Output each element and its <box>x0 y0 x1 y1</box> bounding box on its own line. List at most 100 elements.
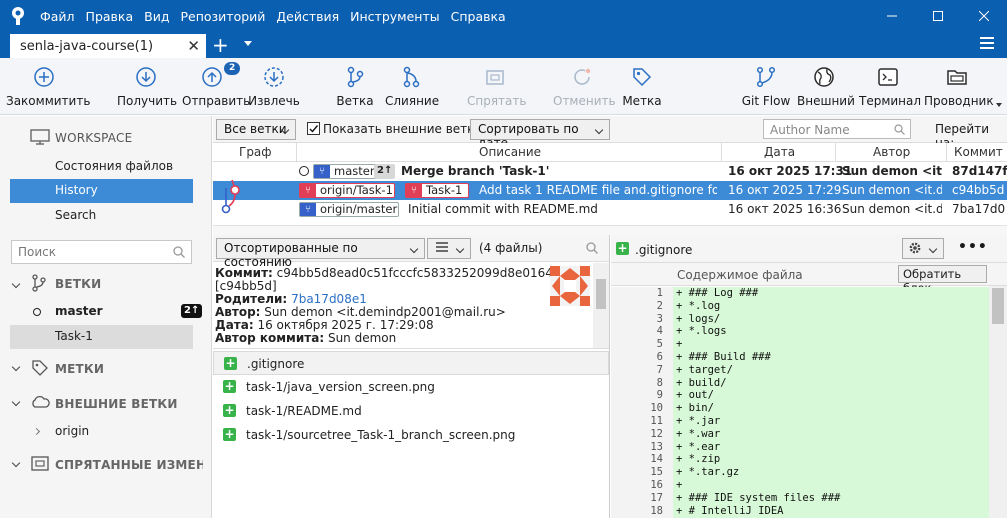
merge-button[interactable]: Слияние <box>385 66 439 108</box>
file-sort-dropdown[interactable]: Отсортированные по состоянию <box>216 238 425 269</box>
hunk-header: Содержимое файла Обратить блок <box>611 263 1007 295</box>
sort-dropdown[interactable]: Сортировать по дате <box>470 119 610 150</box>
commit-row[interactable]: ⑂ origin/Task-1 ⑂ Task-1 Add task 1 README… <box>213 181 1007 200</box>
commit-author: Sun demon <it.de <box>842 202 942 216</box>
stash-icon <box>31 456 49 471</box>
push-count-badge: 2 <box>224 62 241 75</box>
line-text: + *.tar.gz <box>673 466 989 480</box>
commit-button[interactable]: Закоммитить <box>6 66 90 108</box>
col-author-header[interactable]: Автор <box>873 145 910 159</box>
stash-button[interactable]: Спрятать <box>467 66 527 108</box>
list-view-icon <box>436 242 448 252</box>
repo-tab[interactable]: senla-java-course(1) ✕ <box>10 34 206 58</box>
menu-tools[interactable]: Инструменты <box>350 9 439 24</box>
tab-close-icon[interactable]: ✕ <box>187 37 200 55</box>
stashes-expand-chevron-icon[interactable] <box>11 458 21 468</box>
sourcetree-logo-icon <box>12 7 24 25</box>
branches-expand-chevron-icon[interactable] <box>11 279 21 289</box>
col-description-header[interactable]: Описание <box>479 145 541 159</box>
folder-icon <box>947 70 967 85</box>
explorer-button[interactable]: Проводник <box>924 66 994 108</box>
minimize-button[interactable] <box>869 0 915 32</box>
sidebar-branch-master[interactable]: master <box>10 300 193 324</box>
search-icon[interactable] <box>586 242 598 254</box>
view-mode-dropdown[interactable] <box>427 238 471 259</box>
title-bar: Файл Правка Вид Репозиторий Действия Инс… <box>0 0 1007 32</box>
diff-line: 3 + logs/ <box>611 312 989 326</box>
workspace-header: WORKSPACE <box>55 131 133 145</box>
tags-header: МЕТКИ <box>55 362 105 376</box>
sidebar-item-file-status[interactable]: Состояния файлов <box>10 155 193 179</box>
fetch-button[interactable]: Извлечь <box>248 66 300 108</box>
added-file-icon: + <box>223 403 236 417</box>
line-text: + *.jar <box>673 415 989 428</box>
commit-hash: 7ba17d0 <box>952 202 1006 216</box>
diff-settings-dropdown[interactable] <box>902 238 944 259</box>
branch-filter-dropdown[interactable]: Все ветки <box>216 119 296 140</box>
metadata-scrollbar[interactable] <box>593 263 609 348</box>
author-filter-placeholder: Author Name <box>770 123 850 137</box>
author-filter-input[interactable]: Author Name <box>763 119 911 139</box>
gitflow-button[interactable]: Git Flow <box>741 66 791 108</box>
log-horizontal-scrollbar[interactable] <box>213 225 1007 235</box>
col-commit-header[interactable]: Коммит <box>954 145 1003 159</box>
show-remote-checkbox[interactable] <box>307 122 320 135</box>
line-number: 2 <box>611 299 673 313</box>
col-date-header[interactable]: Дата <box>764 145 795 159</box>
discard-button[interactable]: Отменить <box>553 66 616 108</box>
menu-bar: Файл Правка Вид Репозиторий Действия Инс… <box>40 0 517 32</box>
sidebar-item-search[interactable]: Search <box>10 204 193 228</box>
file-list-item[interactable]: + task-1/README.md <box>213 399 609 423</box>
sidebar-remote-origin[interactable]: origin <box>10 420 193 444</box>
parent-hash-link[interactable]: 7ba17d08e1 <box>291 292 367 306</box>
push-button[interactable]: Отправить 2 <box>182 62 250 108</box>
sidebar-item-history[interactable]: History <box>10 179 193 203</box>
menu-file[interactable]: Файл <box>40 9 75 24</box>
hunk-label: Содержимое файла <box>677 268 803 282</box>
file-name: .gitignore <box>247 357 305 371</box>
file-list-item[interactable]: + .gitignore <box>213 351 609 375</box>
file-list-item[interactable]: + task-1/sourcetree_Task-1_branch_screen.… <box>213 423 609 447</box>
line-text: + out/ <box>673 389 989 403</box>
line-number: 4 <box>611 325 673 339</box>
branch-tag-origin-master: ⑂ origin/master <box>299 202 399 217</box>
author-label: Автор: <box>215 305 261 319</box>
branch-button[interactable]: Ветка <box>336 66 374 108</box>
maximize-button[interactable] <box>915 0 961 32</box>
menu-view[interactable]: Вид <box>144 9 169 24</box>
sidebar-branch-task-1[interactable]: Task-1 <box>10 325 193 349</box>
line-text: + *.log <box>673 299 989 313</box>
menu-edit[interactable]: Правка <box>86 9 134 24</box>
toolbar-overflow-chevron-icon[interactable] <box>996 103 1002 107</box>
line-number: 9 <box>611 389 673 403</box>
commit-row[interactable]: ⑂ origin/master Initial commit with READM… <box>213 200 1007 219</box>
stash-label: Спрятать <box>467 94 527 108</box>
menu-repository[interactable]: Репозиторий <box>180 9 265 24</box>
reverse-hunk-button[interactable]: Обратить блок <box>898 265 987 295</box>
remotes-expand-chevron-icon[interactable] <box>11 397 21 407</box>
tags-expand-chevron-icon[interactable] <box>11 362 21 372</box>
tag-icon <box>32 360 48 376</box>
tag-button[interactable]: Метка <box>622 66 662 108</box>
tab-list-chevron-icon[interactable] <box>244 41 252 46</box>
col-graph-header[interactable]: Граф <box>239 145 272 159</box>
hamburger-menu-icon[interactable] <box>980 37 994 52</box>
line-number: 6 <box>611 351 673 364</box>
menu-help[interactable]: Справка <box>451 9 506 24</box>
branch-tag-origin-task-1: ⑂ origin/Task-1 <box>299 183 395 198</box>
commit-label: Закоммитить <box>6 94 91 108</box>
date-label: Дата: <box>215 318 254 332</box>
pull-button[interactable]: Получить <box>117 66 177 108</box>
sidebar-search-input[interactable]: Поиск <box>11 240 192 264</box>
more-options-icon[interactable]: ••• <box>958 239 988 255</box>
terminal-button[interactable]: Терминал <box>859 66 921 108</box>
new-tab-button[interactable]: + <box>212 33 229 57</box>
file-count: (4 файлы) <box>479 241 543 255</box>
menu-actions[interactable]: Действия <box>276 9 339 24</box>
close-window-button[interactable] <box>961 0 1007 32</box>
file-list-item[interactable]: + task-1/java_version_screen.png <box>213 375 609 399</box>
branches-header: ВЕТКИ <box>55 277 102 291</box>
commit-row[interactable]: ⑂ master 2↑ Merge branch 'Task-1' 16 окт … <box>213 162 1007 181</box>
diff-scrollbar[interactable] <box>989 286 1007 518</box>
remote-button[interactable]: Внешний <box>797 66 855 108</box>
